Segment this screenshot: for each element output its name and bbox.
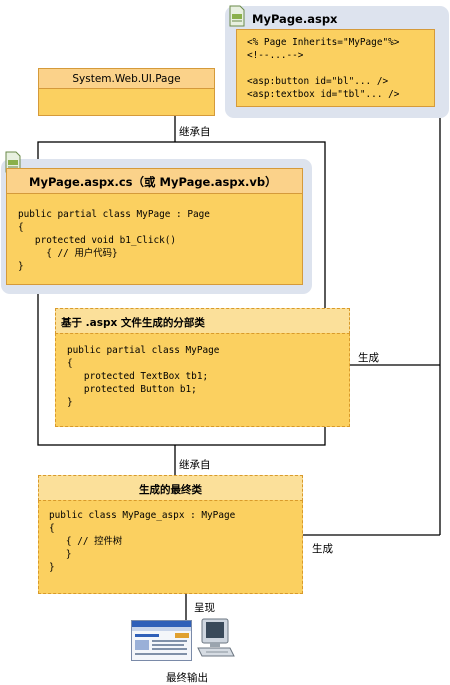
codebehind-code-line-4: { // 用户代码}	[18, 248, 118, 259]
inherits-label-bottom: 继承自	[179, 459, 211, 471]
final-code-line-5: }	[49, 562, 55, 573]
partial-header: 基于 .aspx 文件生成的分部类	[55, 308, 350, 334]
final-code-line-1: public class MyPage_aspx : MyPage	[49, 510, 236, 521]
aspx-code-line-4: <asp:button id="bl"... />	[247, 76, 389, 87]
codebehind-code-line-2: {	[18, 222, 24, 233]
system-page-body	[38, 88, 215, 116]
final-header: 生成的最终类	[38, 475, 303, 501]
codebehind-header: MyPage.aspx.cs（或 MyPage.aspx.vb）	[6, 168, 303, 194]
final-code-line-4: }	[49, 549, 72, 560]
partial-code-line-1: public partial class MyPage	[67, 345, 220, 356]
generate-label-partial: 生成	[358, 352, 379, 364]
aspx-title: MyPage.aspx	[252, 12, 338, 26]
final-output-label: 最终输出	[166, 672, 208, 684]
system-page-title: System.Web.UI.Page	[72, 73, 181, 85]
codebehind-code-line-5: }	[18, 261, 24, 272]
codebehind-title: MyPage.aspx.cs（或 MyPage.aspx.vb）	[29, 175, 277, 189]
aspx-code-line-2: <!--...-->	[247, 50, 304, 61]
codebehind-code-line-1: public partial class MyPage : Page	[18, 209, 210, 220]
final-title: 生成的最终类	[139, 484, 202, 496]
document-icon	[229, 5, 245, 27]
final-code-box: public class MyPage_aspx : MyPage { { //…	[38, 500, 303, 594]
partial-code-line-2: {	[67, 358, 73, 369]
partial-code-box: public partial class MyPage { protected …	[55, 333, 350, 427]
browser-window-icon	[131, 620, 193, 662]
render-label: 呈现	[194, 602, 215, 614]
partial-code-line-3: protected TextBox tb1;	[67, 371, 209, 382]
aspx-code-line-5: <asp:textbox id="tbl"... />	[247, 89, 400, 100]
aspx-code-line-1: <% Page Inherits="MyPage"%>	[247, 37, 400, 48]
partial-title: 基于 .aspx 文件生成的分部类	[61, 317, 205, 329]
final-code-line-2: {	[49, 523, 55, 534]
partial-code-line-4: protected Button b1;	[67, 384, 197, 395]
inherits-label-top: 继承自	[179, 126, 211, 138]
codebehind-code-box: public partial class MyPage : Page { pro…	[6, 193, 303, 285]
partial-code-line-5: }	[67, 397, 73, 408]
codebehind-code-line-3: protected void b1_Click()	[18, 235, 177, 246]
system-page-header: System.Web.UI.Page	[38, 68, 215, 89]
generate-label-final: 生成	[312, 543, 333, 555]
aspx-code-box: <% Page Inherits="MyPage"%> <!--...--> <…	[236, 29, 435, 107]
computer-icon	[196, 617, 238, 659]
final-code-line-3: { // 控件树	[49, 536, 123, 547]
